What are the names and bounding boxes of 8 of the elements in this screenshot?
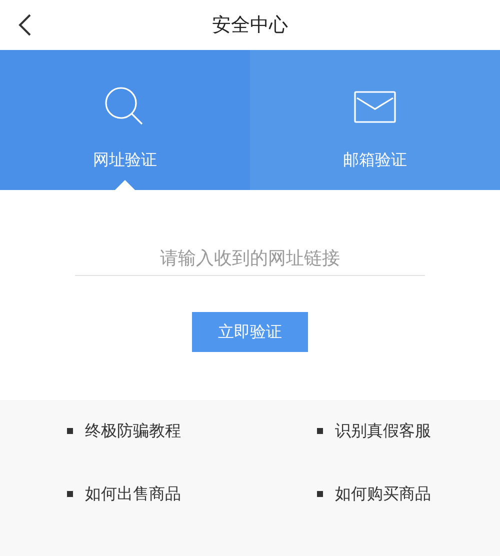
url-field[interactable]: 请输入收到的网址链接 <box>75 248 425 276</box>
help-link[interactable]: 终极防骗教程 <box>0 419 250 443</box>
help-link[interactable]: 如何购买商品 <box>250 482 500 506</box>
pointer-icon <box>115 180 135 190</box>
help-link[interactable]: 识别真假客服 <box>250 419 500 443</box>
back-icon <box>18 13 32 37</box>
page-title: 安全中心 <box>212 13 288 38</box>
help-link[interactable]: 如何出售商品 <box>0 482 250 506</box>
